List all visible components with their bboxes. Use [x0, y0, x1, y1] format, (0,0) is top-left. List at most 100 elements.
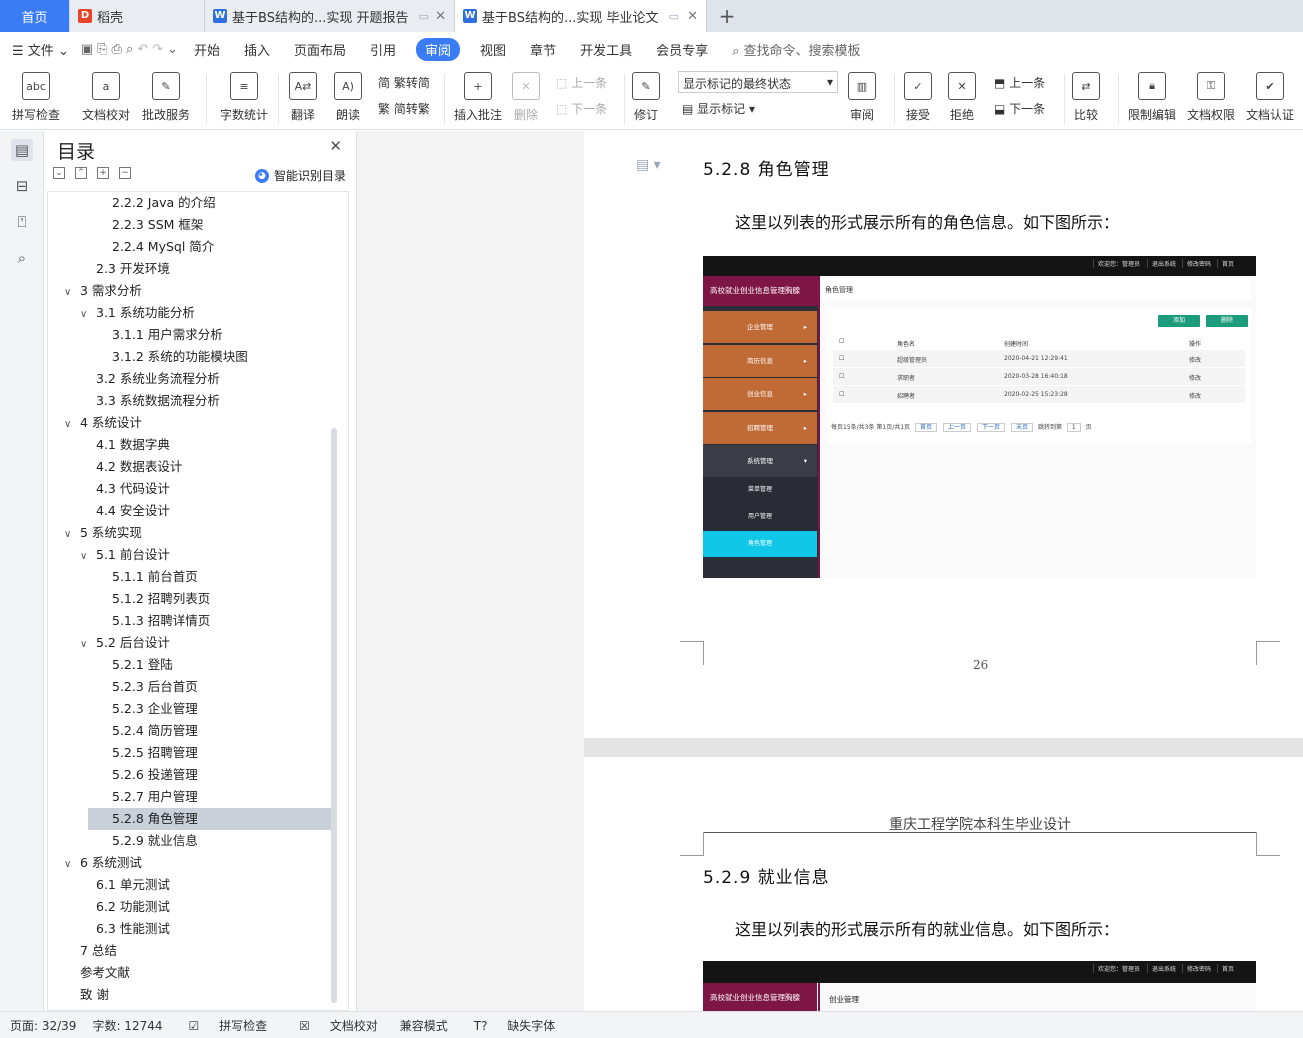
toc-item[interactable]: ∨ 5.1 前台设计 [48, 544, 170, 566]
toc-item[interactable]: 6.1 单元测试 [48, 874, 170, 896]
doc-permission-button[interactable]: ⚿ 文档权限 [1187, 72, 1235, 123]
toc-item[interactable]: 4.3 代码设计 [48, 478, 170, 500]
toc-item[interactable]: ∨ 3 需求分析 [48, 280, 142, 302]
status-spell-check[interactable]: ☑ 拼写检查 [179, 1017, 274, 1034]
pin-icon[interactable]: ▭ [668, 10, 678, 23]
status-proofread[interactable]: ☒ 文档校对 [289, 1017, 384, 1034]
chevron-down-icon[interactable]: ∨ [80, 546, 96, 568]
toc-item[interactable]: 2.2.4 MySql 简介 [48, 236, 214, 258]
menu-member[interactable]: 会员专享 [644, 40, 720, 59]
toc-item[interactable]: 6.2 功能测试 [48, 896, 170, 918]
pin-icon[interactable]: ▭ [418, 10, 428, 23]
toc-item[interactable]: 5.2.4 简历管理 [48, 720, 198, 742]
add-heading-icon[interactable]: + [97, 167, 109, 179]
toc-item[interactable]: 2.2.2 Java 的介绍 [48, 192, 216, 214]
toc-scrollbar[interactable] [331, 428, 337, 1003]
search-icon[interactable]: ⌕ [11, 247, 33, 269]
chevron-down-icon[interactable]: ∨ [64, 414, 80, 436]
delete-comment-button[interactable]: ✕ 删除 [512, 72, 540, 123]
word-count-indicator[interactable]: 字数: 12744 [92, 1017, 162, 1034]
chevron-down-icon[interactable]: ∨ [64, 854, 80, 876]
toc-item[interactable]: 6.3 性能测试 [48, 918, 170, 940]
collapse-all-icon[interactable]: ⌄ [53, 167, 65, 179]
menu-view[interactable]: 视图 [468, 40, 518, 59]
doc-cert-button[interactable]: ✔ 文档认证 [1246, 72, 1294, 123]
print-icon[interactable]: ⎙ [112, 42, 122, 57]
review-pane-button[interactable]: ▥ 审阅 [848, 72, 876, 123]
next-change-button[interactable]: ⬓ 下一条 [994, 100, 1045, 117]
page-indicator[interactable]: 页面: 32/39 [10, 1017, 76, 1034]
correction-service-button[interactable]: ✎ 批改服务 [142, 72, 190, 123]
menu-start[interactable]: 开始 [182, 40, 232, 59]
menu-layout[interactable]: 页面布局 [282, 40, 358, 59]
chevron-down-icon[interactable]: ∨ [64, 524, 80, 546]
proofread-button[interactable]: a 文档校对 [82, 72, 130, 123]
toc-item[interactable]: 参考文献 [48, 962, 130, 984]
tab-doc-thesis[interactable]: W 基于BS结构的...实现 毕业论文 ▭ ✕ [455, 0, 707, 32]
toc-item[interactable]: 5.2.7 用户管理 [48, 786, 198, 808]
close-tab-icon[interactable]: ✕ [681, 9, 698, 24]
missing-font[interactable]: T? 缺失字体 [464, 1017, 562, 1034]
close-tab-icon[interactable]: ✕ [429, 9, 446, 24]
undo-icon[interactable]: ↶ [137, 42, 148, 57]
toc-item[interactable]: ∨ 4 系统设计 [48, 412, 142, 434]
compat-mode[interactable]: 兼容模式 [400, 1017, 448, 1034]
more-icon[interactable]: ⌄ [167, 42, 178, 57]
toc-item[interactable]: 5.1.1 前台首页 [48, 566, 198, 588]
save-icon[interactable]: ▣ [81, 42, 93, 57]
menu-chapter[interactable]: 章节 [518, 40, 568, 59]
toc-item[interactable]: 2.3 开发环境 [48, 258, 170, 280]
toc-item[interactable]: 3.1.1 用户需求分析 [48, 324, 223, 346]
expand-up-icon[interactable]: ⌃ [75, 167, 87, 179]
accept-button[interactable]: ✓ 接受 [904, 72, 932, 123]
close-icon[interactable]: ✕ [329, 137, 342, 155]
toc-item[interactable]: 4.2 数据表设计 [48, 456, 182, 478]
redo-icon[interactable]: ↷ [152, 42, 163, 57]
spell-check-button[interactable]: abc 拼写检查 [12, 72, 60, 123]
tab-doc-proposal[interactable]: W 基于BS结构的...实现 开题报告 ▭ ✕ [205, 0, 455, 32]
restrict-edit-button[interactable]: 🔒︎ 限制编辑 [1128, 72, 1176, 123]
chevron-down-icon[interactable]: ∨ [64, 282, 80, 304]
prev-comment-button[interactable]: ⬚ 上一条 [556, 74, 607, 91]
preview-icon[interactable]: ⌕ [126, 42, 133, 57]
toc-item[interactable]: 4.1 数据字典 [48, 434, 170, 456]
export-icon[interactable]: ⎘ [97, 42, 107, 57]
simp-to-trad-button[interactable]: 繁 简转繁 [378, 100, 430, 117]
smart-toc-button[interactable]: ◕ 智能识别目录 [254, 167, 346, 184]
paragraph-menu-icon[interactable]: ▤ ▾ [636, 157, 661, 173]
insert-comment-button[interactable]: + 插入批注 [454, 72, 502, 123]
toc-icon[interactable]: ▤ [11, 139, 33, 161]
chevron-down-icon[interactable]: ∨ [80, 304, 96, 326]
toc-item[interactable]: ∨ 5.2 后台设计 [48, 632, 170, 654]
read-aloud-button[interactable]: A) 朗读 [334, 72, 362, 123]
menu-insert[interactable]: 插入 [232, 40, 282, 59]
toc-item[interactable]: 5.2.9 就业信息 [48, 830, 198, 852]
translate-button[interactable]: A⇄ 翻译 [289, 72, 317, 123]
toc-item[interactable]: 3.3 系统数据流程分析 [48, 390, 220, 412]
show-markup-button[interactable]: ▤ 显示标记 ▾ [682, 100, 755, 117]
toc-item[interactable]: 5.2.5 招聘管理 [48, 742, 198, 764]
remove-heading-icon[interactable]: − [119, 167, 131, 179]
tab-docer[interactable]: D 稻壳 [70, 0, 205, 32]
menu-devtools[interactable]: 开发工具 [568, 40, 644, 59]
toc-item[interactable]: 3.1.2 系统的功能模块图 [48, 346, 248, 368]
markup-state-select[interactable]: 显示标记的最终状态 ▾ [678, 71, 838, 93]
toc-item[interactable]: 5.1.3 招聘详情页 [48, 610, 210, 632]
toc-item[interactable]: 7 总结 [48, 940, 117, 962]
menu-review[interactable]: 审阅 [416, 37, 461, 61]
compare-button[interactable]: ⇄ 比较 [1072, 72, 1100, 123]
toc-item[interactable]: ∨ 6 系统测试 [48, 852, 142, 874]
toc-item[interactable]: 5.2.8 角色管理 [88, 808, 331, 830]
toc-item[interactable]: 4.4 安全设计 [48, 500, 170, 522]
toc-item[interactable]: 5.2.6 投递管理 [48, 764, 198, 786]
menu-reference[interactable]: 引用 [358, 40, 408, 59]
toc-item[interactable]: 2.2.3 SSM 框架 [48, 214, 203, 236]
file-menu[interactable]: ☰ 文件 ⌄ [0, 40, 81, 59]
bookmark-icon[interactable]: ⍞ [11, 211, 33, 233]
track-changes-button[interactable]: ✎ 修订 [632, 72, 660, 123]
tab-home[interactable]: 首页 [0, 0, 70, 32]
toc-item[interactable]: ∨ 5 系统实现 [48, 522, 142, 544]
chevron-down-icon[interactable]: ∨ [80, 634, 96, 656]
new-tab-button[interactable]: + [707, 0, 747, 32]
toc-item[interactable]: 3.2 系统业务流程分析 [48, 368, 220, 390]
